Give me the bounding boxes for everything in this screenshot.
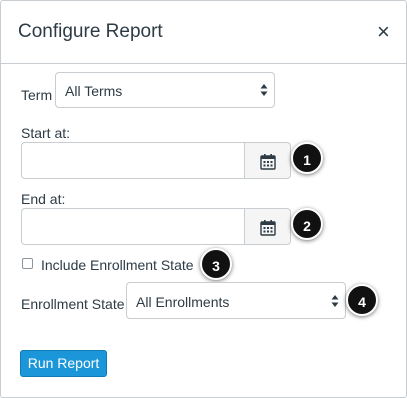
term-select-value: All Terms [65, 83, 123, 99]
callout-2: 2 [291, 208, 323, 240]
start-at-label: Start at: [21, 125, 71, 141]
callout-1: 1 [291, 142, 323, 174]
dialog-title: Configure Report [18, 21, 163, 42]
close-icon[interactable]: × [377, 21, 390, 43]
chevron-up-down-icon [260, 84, 268, 96]
enrollment-state-select[interactable]: All Enrollments [126, 282, 346, 319]
run-report-button[interactable]: Run Report [20, 350, 107, 377]
dialog-header: Configure Report × [1, 1, 406, 64]
enrollment-state-label: Enrollment State [21, 296, 125, 312]
term-select[interactable]: All Terms [55, 72, 275, 108]
calendar-icon [260, 154, 276, 170]
enrollment-state-select-value: All Enrollments [136, 294, 230, 310]
start-at-input[interactable] [21, 142, 245, 179]
include-enrollment-state-checkbox[interactable] [22, 258, 33, 269]
term-label: Term [21, 87, 53, 103]
include-enrollment-state-label[interactable]: Include Enrollment State [41, 257, 194, 273]
callout-4: 4 [346, 284, 378, 316]
end-at-input[interactable] [21, 208, 245, 245]
start-at-calendar-button[interactable] [245, 142, 291, 179]
chevron-up-down-icon [331, 295, 339, 307]
end-at-label: End at: [21, 191, 66, 207]
end-at-calendar-button[interactable] [245, 208, 291, 245]
calendar-icon [260, 220, 276, 236]
callout-3: 3 [200, 248, 232, 280]
configure-report-dialog: Configure Report × Term All Terms Start … [0, 0, 407, 398]
